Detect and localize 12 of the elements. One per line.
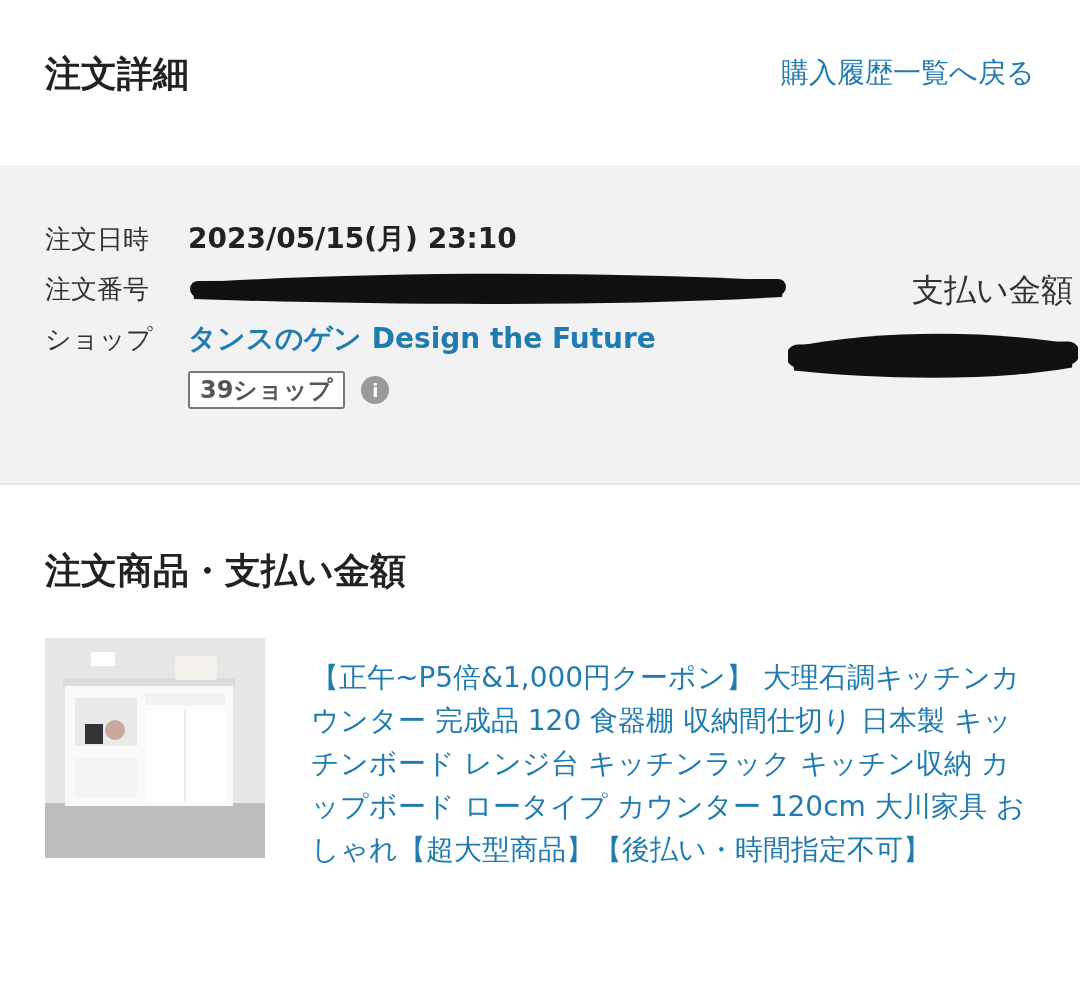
info-label: 注文番号	[45, 272, 150, 306]
info-value: 2023/05/15(月) 23:10	[188, 221, 517, 257]
payment-label: 支払い金額	[912, 270, 1073, 311]
info-icon[interactable]: i	[361, 376, 390, 404]
product-link[interactable]: 【正午~P5倍&1,000円クーポン】 大理石調キッチンカウンター 完成品 120 食器棚 収納間仕切り 日本製 キッチンボード レンジ台 キッチンラック キッチン収納 カップボード ロータイプ カウンター 120cm 大川家具 おしゃれ【超大型商品】【後払い・時間指定不可】	[311, 656, 1035, 871]
shop-badge: 39ショップ	[188, 371, 346, 409]
back-link[interactable]: 購入履歴一覧へ戻る	[781, 54, 1035, 92]
shop-link[interactable]: タンスのゲン Design the Future	[188, 320, 656, 358]
page-title: 注文詳細	[45, 52, 189, 96]
section-title: 注文商品・支払い金額	[45, 549, 407, 593]
info-label: 注文日時	[45, 222, 150, 256]
info-label: ショップ	[45, 322, 154, 356]
